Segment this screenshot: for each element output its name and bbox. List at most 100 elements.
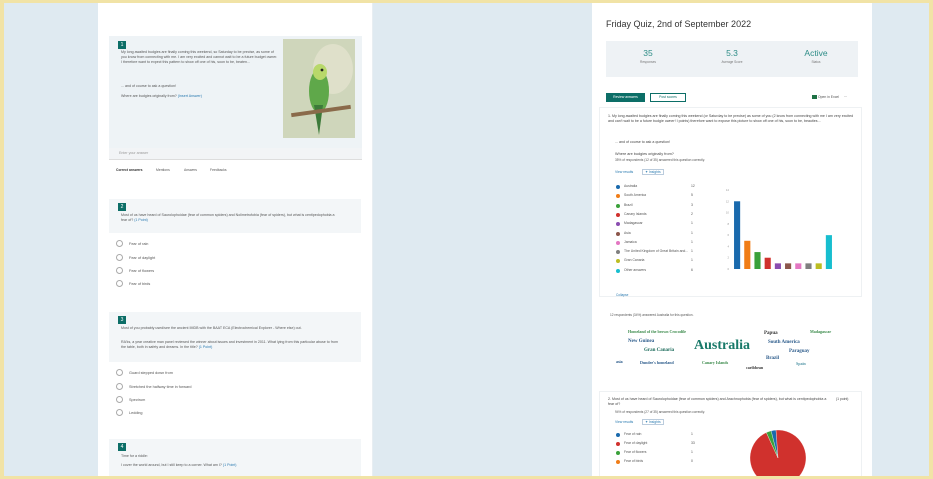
option-radio[interactable] xyxy=(116,396,123,403)
question-number: 3 xyxy=(118,316,126,324)
option-radio[interactable] xyxy=(116,267,123,274)
question-2-points-link[interactable]: (1 Point) xyxy=(134,218,148,222)
question-2-results-title: 2. Most of us have heard of Saurolophoid… xyxy=(608,397,827,406)
option-label: Spectrum xyxy=(129,398,146,402)
open-in-excel-label: Open in Excel xyxy=(817,95,840,99)
bar xyxy=(805,263,812,269)
tab-answers[interactable]: Answers xyxy=(184,168,197,172)
legend-item: Jamaica 1 xyxy=(616,240,696,246)
legend-label: Fear of rain xyxy=(624,432,642,436)
stat-average-score: 5.3 Average Score xyxy=(690,48,774,64)
legend-count: 5 xyxy=(691,193,693,198)
legend-swatch xyxy=(616,222,620,227)
legend-label: Madagascar xyxy=(624,221,643,226)
results-tabs: View results ✦ Insights xyxy=(615,169,664,175)
legend-swatch xyxy=(616,185,620,189)
stat-value: 35 xyxy=(643,48,653,58)
legend-swatch xyxy=(616,268,620,273)
question-4-points-link[interactable]: (1 Point) xyxy=(223,463,237,467)
option-radio[interactable] xyxy=(116,383,123,390)
word-cloud-term: Australia xyxy=(694,338,750,353)
more-options-icon[interactable]: ··· xyxy=(844,95,847,99)
legend-swatch xyxy=(616,203,620,208)
question-1-prompt-link[interactable]: (Insert Answer) xyxy=(178,94,202,98)
tab-view-results[interactable]: View results xyxy=(615,420,633,424)
tab-insights-label: Insights xyxy=(648,420,661,424)
stat-value: Active xyxy=(804,48,828,58)
y-tick-label: 14 xyxy=(726,188,730,192)
word-cloud-term: New Guinea xyxy=(628,339,655,344)
question-2-points: (1 point) xyxy=(836,397,849,401)
legend-label: Brazil xyxy=(624,202,633,207)
bar xyxy=(815,263,822,269)
insights-icon: ✦ xyxy=(645,420,649,424)
option-radio[interactable] xyxy=(116,254,123,261)
legend-label: Gran Canaria xyxy=(624,258,645,263)
responses-title: Friday Quiz, 2nd of September 2022 xyxy=(606,19,752,29)
option-radio[interactable] xyxy=(116,240,123,247)
legend-swatch xyxy=(616,194,620,199)
tab-view-results[interactable]: View results xyxy=(615,170,633,174)
option-label: Fear of daylight xyxy=(129,256,156,260)
legend-label: The United Kingdom of Great Britain and.… xyxy=(624,249,689,254)
tab-insights[interactable]: ✦ Insights xyxy=(642,419,664,425)
legend-item: Fear of birds 0 xyxy=(616,459,696,465)
stat-label: Average Score xyxy=(721,60,743,64)
legend-count: 1 xyxy=(691,450,693,454)
legend-item: Gran Canaria 1 xyxy=(616,258,696,264)
bar xyxy=(754,252,761,269)
collapse-link[interactable]: Collapse xyxy=(616,293,628,297)
tab-feedbacks[interactable]: Feedbacks xyxy=(210,168,227,172)
stat-value: 5.3 xyxy=(726,48,738,58)
legend-item: Fear of rain 1 xyxy=(616,432,696,438)
option-radio[interactable] xyxy=(116,280,123,287)
question-number: 1 xyxy=(118,41,126,49)
question-1-results-card: 1. My long awaited budgies are finally c… xyxy=(599,107,862,297)
bar xyxy=(734,201,741,269)
legend-count: 1 xyxy=(691,239,693,244)
excel-icon xyxy=(812,95,817,100)
post-scores-button[interactable]: Post scores xyxy=(650,93,686,102)
option-radio[interactable] xyxy=(116,409,123,416)
word-cloud-term: Paraguay xyxy=(789,349,810,354)
y-tick-label: 0 xyxy=(727,267,729,271)
question-1-answer-input[interactable]: Enter your answer xyxy=(109,148,362,160)
bar-chart-marks xyxy=(734,201,832,269)
option-label: Fear of birds xyxy=(129,282,151,286)
legend-item: Other answers 6 xyxy=(616,268,696,274)
legend-label: Fear of daylight xyxy=(624,441,648,445)
tab-correct-answers[interactable]: Correct answers xyxy=(116,168,143,172)
bar xyxy=(764,257,771,269)
option-radio[interactable] xyxy=(116,369,123,376)
word-cloud-term: Papua xyxy=(764,331,778,336)
legend-count: 33 xyxy=(691,441,695,445)
question-2-results-card: 2. Most of us have heard of Saurolophoid… xyxy=(599,391,862,476)
legend-item: South America 5 xyxy=(616,193,696,199)
tab-insights[interactable]: ✦ Insights xyxy=(642,169,664,175)
bar xyxy=(825,235,832,269)
bar xyxy=(774,263,781,269)
pie-chart-legend: Fear of rain 1 Fear of daylight 33 Fear of f… xyxy=(600,432,700,476)
legend-count: 1 xyxy=(691,230,693,235)
review-answers-button[interactable]: Review answers xyxy=(606,93,645,102)
tab-insights-label: Insights xyxy=(648,170,661,174)
screenshot-frame: 1 My long awaited budgies are finally co… xyxy=(4,3,929,476)
tab-mentions[interactable]: Mentions xyxy=(156,168,170,172)
budgie-image xyxy=(283,39,355,138)
legend-label: Fear of birds xyxy=(624,459,644,463)
option-label: Stretched the halfway time in forward xyxy=(129,385,192,389)
legend-item: Asia 1 xyxy=(616,231,696,237)
bar xyxy=(795,263,802,269)
option-label: Guard stepped down from xyxy=(129,371,173,375)
question-3-points-link[interactable]: (1 Point) xyxy=(199,345,213,349)
legend-item: Fear of flowers 1 xyxy=(616,450,696,456)
pie-slice xyxy=(749,429,807,476)
y-tick-label: 4 xyxy=(727,244,729,248)
question-3-text2: RA'ks, a year creative man panel reviewe… xyxy=(121,340,338,349)
legend-swatch xyxy=(616,231,620,236)
question-4-card: 4 Time for a riddle: I cover the world a… xyxy=(109,439,361,476)
question-3-text: Most of you probably used/see the ancien… xyxy=(121,326,302,330)
legend-count: 0 xyxy=(691,459,693,463)
open-in-excel-button[interactable]: Open in Excel ··· xyxy=(812,95,847,100)
y-tick-label: 6 xyxy=(727,233,729,237)
